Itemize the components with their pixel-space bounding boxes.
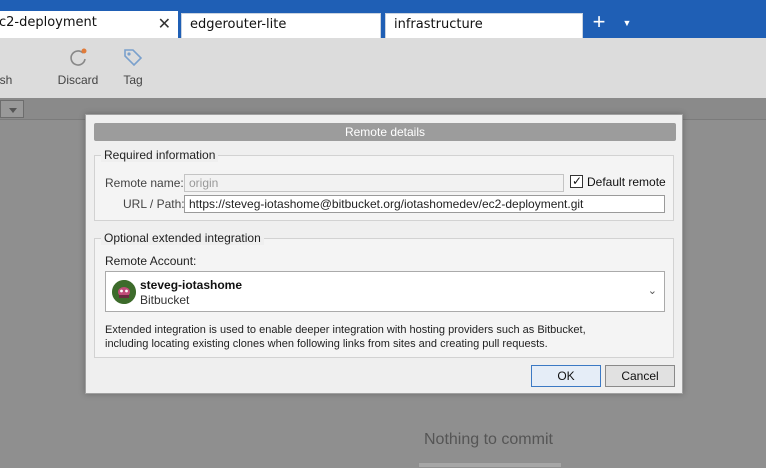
- chevron-down-icon: [9, 108, 17, 113]
- background-button[interactable]: [418, 462, 562, 468]
- check-icon: ✓: [572, 174, 583, 188]
- avatar-icon: [112, 280, 136, 304]
- new-tab-plus-icon[interactable]: +: [588, 11, 610, 35]
- chevron-down-icon: ⌄: [647, 285, 657, 297]
- remote-name-label: Remote name:: [105, 176, 184, 190]
- close-icon[interactable]: ✕: [158, 15, 171, 33]
- tab-edgerouter-lite[interactable]: edgerouter-lite: [181, 13, 381, 38]
- tab-label: c2-deployment: [0, 15, 97, 30]
- remote-account-label: Remote Account:: [105, 254, 197, 268]
- remote-name-field[interactable]: origin: [184, 174, 564, 192]
- tab-infrastructure[interactable]: infrastructure: [385, 13, 583, 38]
- integration-description: Extended integration is used to enable d…: [105, 323, 665, 351]
- branch-dropdown[interactable]: [0, 100, 24, 118]
- tab-bar: c2-deployment ✕ edgerouter-lite infrastr…: [0, 0, 766, 38]
- push-button[interactable]: sh: [0, 46, 18, 87]
- toolbar: sh Discard Tag: [0, 38, 766, 98]
- discard-button[interactable]: Discard: [56, 46, 100, 87]
- push-icon: [0, 46, 17, 70]
- tab-ec2-deployment[interactable]: c2-deployment ✕: [0, 11, 178, 38]
- tag-icon: [124, 49, 143, 67]
- remote-details-dialog: Remote details Required information Remo…: [85, 114, 683, 394]
- default-remote-label: Default remote: [587, 175, 666, 189]
- group-title: Required information: [101, 148, 219, 162]
- avatar: [112, 280, 136, 304]
- description-line: including locating existing clones when …: [105, 338, 548, 350]
- cancel-button[interactable]: Cancel: [605, 365, 675, 387]
- discard-icon: [70, 48, 87, 66]
- url-label: URL / Path:: [123, 197, 185, 211]
- remote-account-dropdown[interactable]: steveg-iotashome Bitbucket ⌄: [105, 271, 665, 312]
- tab-menu-chevron-down-icon[interactable]: ▼: [620, 18, 634, 28]
- nothing-to-commit-text: Nothing to commit: [424, 431, 553, 448]
- tag-button[interactable]: Tag: [118, 46, 148, 87]
- description-line: Extended integration is used to enable d…: [105, 324, 586, 336]
- tab-label: infrastructure: [394, 17, 483, 32]
- account-host: Bitbucket: [140, 293, 190, 307]
- dialog-title: Remote details: [94, 123, 676, 141]
- ok-button[interactable]: OK: [531, 365, 601, 387]
- account-name: steveg-iotashome: [140, 278, 243, 292]
- tab-label: edgerouter-lite: [190, 17, 287, 32]
- group-title: Optional extended integration: [101, 231, 264, 245]
- default-remote-checkbox[interactable]: ✓: [570, 174, 583, 188]
- url-field[interactable]: https://steveg-iotashome@bitbucket.org/i…: [184, 195, 665, 213]
